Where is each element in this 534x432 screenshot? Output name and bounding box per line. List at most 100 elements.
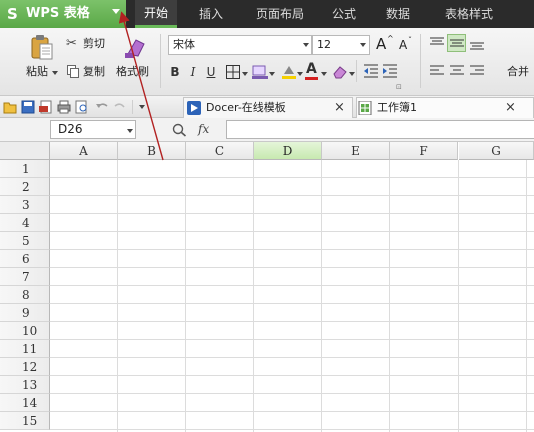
tab-workbook1[interactable]: 工作簿1 ×	[356, 97, 534, 118]
row-header-8[interactable]: 8	[0, 286, 50, 304]
grid-column-line	[526, 160, 527, 432]
format-painter-icon[interactable]	[122, 34, 148, 60]
grid-row-line	[50, 339, 534, 340]
column-header-d[interactable]: D	[254, 142, 322, 160]
underline-button[interactable]: U	[204, 63, 218, 81]
scissors-icon: ✂	[66, 36, 77, 51]
separator	[356, 60, 357, 82]
highlight-color-icon[interactable]	[282, 64, 296, 79]
font-name-dropdown-icon[interactable]	[303, 43, 309, 47]
tab-table-style[interactable]: 表格样式	[434, 0, 504, 28]
grid-row-line	[50, 285, 534, 286]
grow-font-caret-icon: ^	[387, 34, 394, 43]
tab-page-layout[interactable]: 页面布局	[248, 0, 312, 28]
grid-row-line	[50, 321, 534, 322]
row-header-13[interactable]: 13	[0, 376, 50, 394]
separator	[420, 34, 421, 88]
column-header-e[interactable]: E	[322, 142, 390, 160]
close-icon[interactable]: ×	[334, 100, 345, 116]
grow-font-button[interactable]: A	[376, 35, 386, 53]
font-size-value: 12	[317, 38, 331, 51]
row-header-6[interactable]: 6	[0, 250, 50, 268]
grid-column-line	[117, 160, 118, 432]
align-middle-button[interactable]	[447, 34, 466, 52]
format-painter-button[interactable]: 格式刷	[116, 65, 149, 79]
column-header-f[interactable]: F	[390, 142, 458, 160]
column-header-g[interactable]: G	[459, 142, 534, 160]
column-header-b[interactable]: B	[118, 142, 186, 160]
open-folder-icon[interactable]	[3, 100, 17, 114]
chevron-down-icon	[112, 9, 120, 14]
close-icon[interactable]: ×	[505, 100, 516, 116]
bold-button[interactable]: B	[168, 63, 182, 81]
formula-bar: D26 fx	[0, 118, 534, 142]
print-icon[interactable]	[57, 100, 71, 114]
row-header-10[interactable]: 10	[0, 322, 50, 340]
cut-button[interactable]: 剪切	[83, 37, 105, 51]
copy-button[interactable]: 复制	[83, 65, 105, 79]
row-header-2[interactable]: 2	[0, 178, 50, 196]
font-dialog-launcher-icon[interactable]: ⊡	[396, 80, 402, 94]
undo-icon[interactable]	[95, 100, 109, 114]
eraser-icon[interactable]	[332, 64, 348, 79]
column-header-c[interactable]: C	[186, 142, 254, 160]
row-header-11[interactable]: 11	[0, 340, 50, 358]
row-header-5[interactable]: 5	[0, 232, 50, 250]
cell-reference: D26	[58, 122, 83, 136]
merge-cells-button[interactable]: 合并	[507, 65, 529, 79]
row-header-15[interactable]: 15	[0, 412, 50, 430]
row-header-3[interactable]: 3	[0, 196, 50, 214]
cell-fill-dropdown-icon[interactable]	[269, 72, 275, 76]
column-header-a[interactable]: A	[50, 142, 118, 160]
customize-quick-access-icon[interactable]	[139, 105, 145, 109]
print-preview-icon[interactable]	[75, 100, 89, 114]
align-bottom-icon[interactable]	[470, 39, 484, 51]
decrease-indent-icon[interactable]	[364, 64, 378, 78]
align-center-icon[interactable]	[450, 65, 464, 77]
highlight-dropdown-icon[interactable]	[297, 72, 303, 76]
grid-row-line	[50, 213, 534, 214]
spreadsheet-grid: ABCDEFG 1 2 3 4 5 6 7 8 9 10 11 12 13 14 15	[0, 142, 534, 432]
cell-fill-icon[interactable]	[252, 64, 268, 79]
row-header-4[interactable]: 4	[0, 214, 50, 232]
borders-icon[interactable]	[226, 65, 240, 79]
select-all-corner[interactable]	[0, 142, 50, 160]
align-left-icon[interactable]	[430, 65, 444, 77]
paste-dropdown-icon[interactable]	[52, 71, 58, 75]
tab-docer[interactable]: Docer-在线模板 ×	[183, 97, 353, 118]
app-menu-button[interactable]: S WPS 表格	[0, 0, 126, 28]
zoom-search-icon[interactable]	[172, 123, 187, 137]
insert-function-button[interactable]: fx	[198, 122, 209, 136]
font-size-dropdown-icon[interactable]	[360, 43, 366, 47]
row-header-14[interactable]: 14	[0, 394, 50, 412]
tab-label: Docer-在线模板	[206, 101, 286, 114]
redo-icon[interactable]	[113, 100, 127, 114]
row-header-7[interactable]: 7	[0, 268, 50, 286]
quick-access-bar: Docer-在线模板 × 工作簿1 ×	[0, 96, 534, 118]
formula-input[interactable]	[226, 120, 534, 139]
font-name-select[interactable]: 宋体	[168, 35, 312, 55]
tab-formulas[interactable]: 公式	[324, 0, 364, 28]
tab-data[interactable]: 数据	[378, 0, 418, 28]
row-header-1[interactable]: 1	[0, 160, 50, 178]
italic-button[interactable]: I	[186, 63, 200, 81]
tab-insert[interactable]: 插入	[190, 0, 232, 28]
font-color-icon[interactable]: A	[306, 61, 317, 77]
borders-dropdown-icon[interactable]	[242, 72, 248, 76]
name-box-dropdown-icon[interactable]	[127, 129, 133, 133]
font-color-dropdown-icon[interactable]	[321, 72, 327, 76]
paste-button[interactable]: 粘贴	[26, 65, 48, 79]
align-top-icon[interactable]	[430, 37, 444, 49]
paste-icon[interactable]	[30, 34, 54, 60]
align-right-icon[interactable]	[470, 65, 484, 77]
row-header-12[interactable]: 12	[0, 358, 50, 376]
clear-dropdown-icon[interactable]	[349, 72, 355, 76]
shrink-font-button[interactable]: A	[399, 37, 407, 53]
export-pdf-icon[interactable]	[39, 100, 53, 114]
save-icon[interactable]	[21, 100, 35, 114]
tab-home[interactable]: 开始	[135, 0, 177, 28]
increase-indent-icon[interactable]	[383, 64, 397, 78]
wps-logo-icon: S	[7, 5, 18, 23]
row-header-9[interactable]: 9	[0, 304, 50, 322]
name-box[interactable]: D26	[50, 120, 136, 139]
